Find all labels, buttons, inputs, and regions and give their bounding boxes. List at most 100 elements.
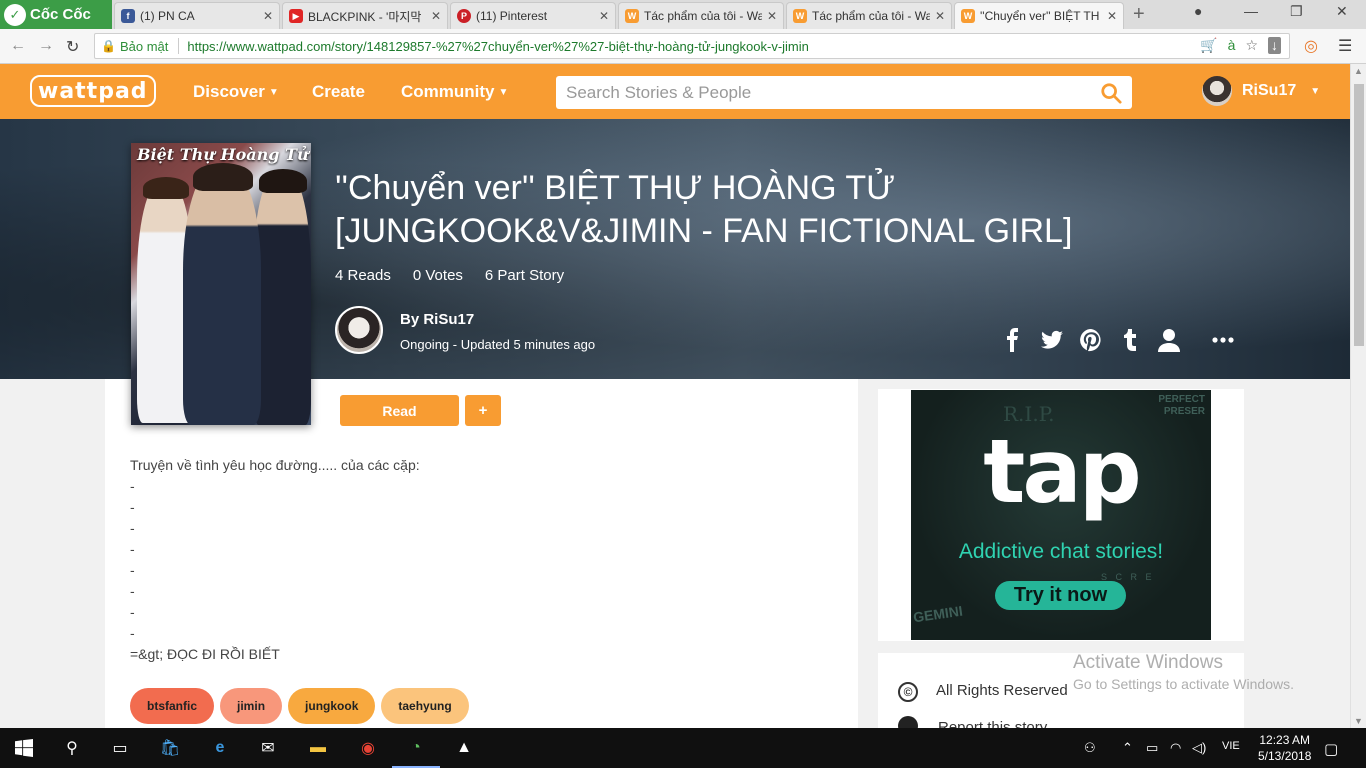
description-line: - bbox=[130, 478, 135, 494]
tag-jimin[interactable]: jimin bbox=[220, 688, 283, 724]
add-to-library-button[interactable]: + bbox=[465, 395, 501, 426]
coccoc-taskbar-icon[interactable]: ◔ bbox=[392, 736, 440, 768]
read-button[interactable]: Read bbox=[340, 395, 459, 426]
user-share-icon[interactable] bbox=[1154, 325, 1184, 355]
search-icon[interactable]: ⚲ bbox=[60, 736, 84, 760]
ad-gemini-text: GEMINI bbox=[912, 602, 964, 626]
pinterest-share-icon[interactable] bbox=[1076, 325, 1106, 355]
tab-youtube[interactable]: ▶ BLACKPINK - '마지막 ✕ bbox=[282, 2, 448, 29]
tumblr-share-icon[interactable] bbox=[1115, 325, 1145, 355]
tag-btsfanfic[interactable]: btsfanfic bbox=[130, 688, 215, 724]
back-icon[interactable]: ← bbox=[10, 37, 26, 55]
profile-icon[interactable]: ● bbox=[1194, 3, 1202, 19]
menu-icon[interactable]: ☰ bbox=[1338, 36, 1352, 56]
nav-discover[interactable]: Discover ▼ bbox=[193, 82, 279, 102]
address-bar[interactable]: 🔒 Bảo mật https://www.wattpad.com/story/… bbox=[94, 33, 1290, 59]
cover-hair bbox=[143, 177, 189, 199]
story-cover-image[interactable]: Biệt Thự Hoàng Tử bbox=[131, 143, 311, 425]
mail-icon[interactable]: ✉ bbox=[256, 736, 280, 760]
twitter-share-icon[interactable] bbox=[1037, 325, 1067, 355]
clock-date: 5/13/2018 bbox=[1258, 749, 1312, 763]
avatar bbox=[1202, 76, 1232, 106]
close-tab-icon[interactable]: ✕ bbox=[935, 9, 945, 23]
nav-create[interactable]: Create bbox=[312, 82, 365, 102]
file-explorer-icon[interactable]: ▬ bbox=[306, 736, 330, 760]
search-box bbox=[556, 76, 1132, 109]
windows-taskbar: ⚲ ▭ 🛍 e ✉ ▬ ◉ ◔ ▲ ⚇ ⌃ ▭ ◠ ◁) VIE 12:23 A… bbox=[0, 728, 1366, 768]
url-text[interactable]: https://www.wattpad.com/story/148129857-… bbox=[187, 39, 809, 54]
notifications-icon[interactable]: ▢ bbox=[1324, 740, 1338, 758]
tab-pinterest[interactable]: P (11) Pinterest ✕ bbox=[450, 2, 616, 29]
author-avatar[interactable] bbox=[335, 306, 383, 354]
clock-time: 12:23 AM bbox=[1259, 733, 1311, 747]
try-it-now-button[interactable]: Try it now bbox=[995, 581, 1126, 610]
ad-corner-text: PERFECT PRESER bbox=[1158, 394, 1205, 417]
people-icon[interactable]: ⚇ bbox=[1084, 740, 1096, 756]
windows-start-icon[interactable] bbox=[12, 736, 36, 760]
volume-icon[interactable]: ◁) bbox=[1192, 740, 1206, 756]
store-icon[interactable]: 🛍 bbox=[158, 736, 182, 760]
translate-icon[interactable]: à bbox=[1228, 37, 1236, 54]
minimize-icon[interactable]: — bbox=[1244, 3, 1258, 19]
restore-icon[interactable]: ❐ bbox=[1290, 3, 1303, 20]
task-view-icon[interactable]: ▭ bbox=[108, 736, 132, 760]
extension-icon[interactable]: ◎ bbox=[1304, 36, 1318, 56]
photos-icon[interactable]: ▲ bbox=[452, 736, 476, 760]
close-tab-icon[interactable]: ✕ bbox=[767, 9, 777, 23]
reload-icon[interactable]: ↻ bbox=[66, 37, 79, 57]
language-indicator[interactable]: VIE bbox=[1222, 740, 1240, 752]
search-input[interactable] bbox=[566, 82, 1100, 103]
story-description: Truyện về tình yêu học đường..... của cá… bbox=[130, 455, 770, 665]
tab-wattpad-story-active[interactable]: W ''Chuyển ver'' BIỆT TH ✕ bbox=[954, 2, 1124, 29]
author-name[interactable]: By RiSu17 bbox=[400, 311, 474, 328]
close-tab-icon[interactable]: ✕ bbox=[1107, 9, 1117, 23]
system-clock[interactable]: 12:23 AM 5/13/2018 bbox=[1258, 732, 1311, 764]
forward-icon[interactable]: → bbox=[38, 37, 54, 55]
wifi-icon[interactable]: ◠ bbox=[1170, 740, 1181, 756]
tap-advertisement[interactable]: R.I.P. PERFECT PRESER tap Addictive chat… bbox=[911, 390, 1211, 640]
close-window-icon[interactable]: ✕ bbox=[1336, 3, 1348, 20]
download-icon[interactable]: ↓ bbox=[1268, 37, 1281, 54]
description-line: Truyện về tình yêu học đường..... của cá… bbox=[130, 457, 420, 473]
more-options-icon[interactable] bbox=[1208, 325, 1238, 355]
divider bbox=[178, 38, 180, 54]
tag-taehyung[interactable]: taehyung bbox=[381, 688, 469, 724]
user-menu[interactable]: RiSu17 ▼ bbox=[1202, 76, 1320, 106]
star-icon[interactable]: ☆ bbox=[1245, 37, 1258, 54]
search-icon[interactable] bbox=[1100, 82, 1122, 104]
nav-community[interactable]: Community ▼ bbox=[401, 82, 508, 102]
description-line: - bbox=[130, 499, 135, 515]
scroll-down-icon[interactable]: ▼ bbox=[1354, 716, 1363, 726]
scrollbar-thumb[interactable] bbox=[1354, 84, 1364, 346]
votes-count: 0 Votes bbox=[412, 267, 463, 284]
tab-wattpad-works-1[interactable]: W Tác phẩm của tôi - Wa ✕ bbox=[618, 2, 784, 29]
shopping-cart-icon[interactable]: 🛒 bbox=[1200, 37, 1217, 54]
wattpad-logo[interactable]: wattpad bbox=[30, 75, 156, 107]
tag-jungkook[interactable]: jungkook bbox=[288, 688, 376, 724]
tab-wattpad-works-2[interactable]: W Tác phẩm của tôi - Wa ✕ bbox=[786, 2, 952, 29]
secure-label: Bảo mật bbox=[119, 38, 169, 54]
lock-icon: 🔒 bbox=[101, 39, 116, 53]
pinterest-icon: P bbox=[457, 9, 471, 23]
address-row: ← → ↻ 🔒 Bảo mật https://www.wattpad.com/… bbox=[0, 29, 1366, 64]
chrome-icon[interactable]: ◉ bbox=[356, 736, 380, 760]
page-scrollbar[interactable]: ▲ ▼ bbox=[1350, 64, 1366, 728]
wattpad-icon: W bbox=[625, 9, 639, 23]
wattpad-icon: W bbox=[793, 9, 807, 23]
cover-title: Biệt Thự Hoàng Tử bbox=[137, 145, 309, 164]
new-tab-icon[interactable]: + bbox=[1133, 3, 1145, 26]
close-tab-icon[interactable]: ✕ bbox=[263, 9, 273, 23]
edge-icon[interactable]: e bbox=[208, 736, 232, 760]
facebook-share-icon[interactable] bbox=[998, 325, 1028, 355]
story-stats: 4 Reads 0 Votes 6 Part Story bbox=[335, 267, 564, 284]
coccoc-brand-button[interactable]: ✓ Cốc Cốc bbox=[0, 0, 112, 29]
wattpad-header: wattpad Discover▼ Create Community▼ RiSu… bbox=[0, 64, 1350, 119]
cover-hair bbox=[259, 169, 307, 193]
battery-icon[interactable]: ▭ bbox=[1146, 740, 1158, 756]
scroll-up-icon[interactable]: ▲ bbox=[1354, 66, 1363, 76]
tab-facebook[interactable]: f (1) PN CA ✕ bbox=[114, 2, 280, 29]
nav-discover-label: Discover bbox=[193, 82, 265, 101]
close-tab-icon[interactable]: ✕ bbox=[431, 9, 441, 23]
close-tab-icon[interactable]: ✕ bbox=[599, 9, 609, 23]
chevron-up-icon[interactable]: ⌃ bbox=[1122, 740, 1133, 756]
